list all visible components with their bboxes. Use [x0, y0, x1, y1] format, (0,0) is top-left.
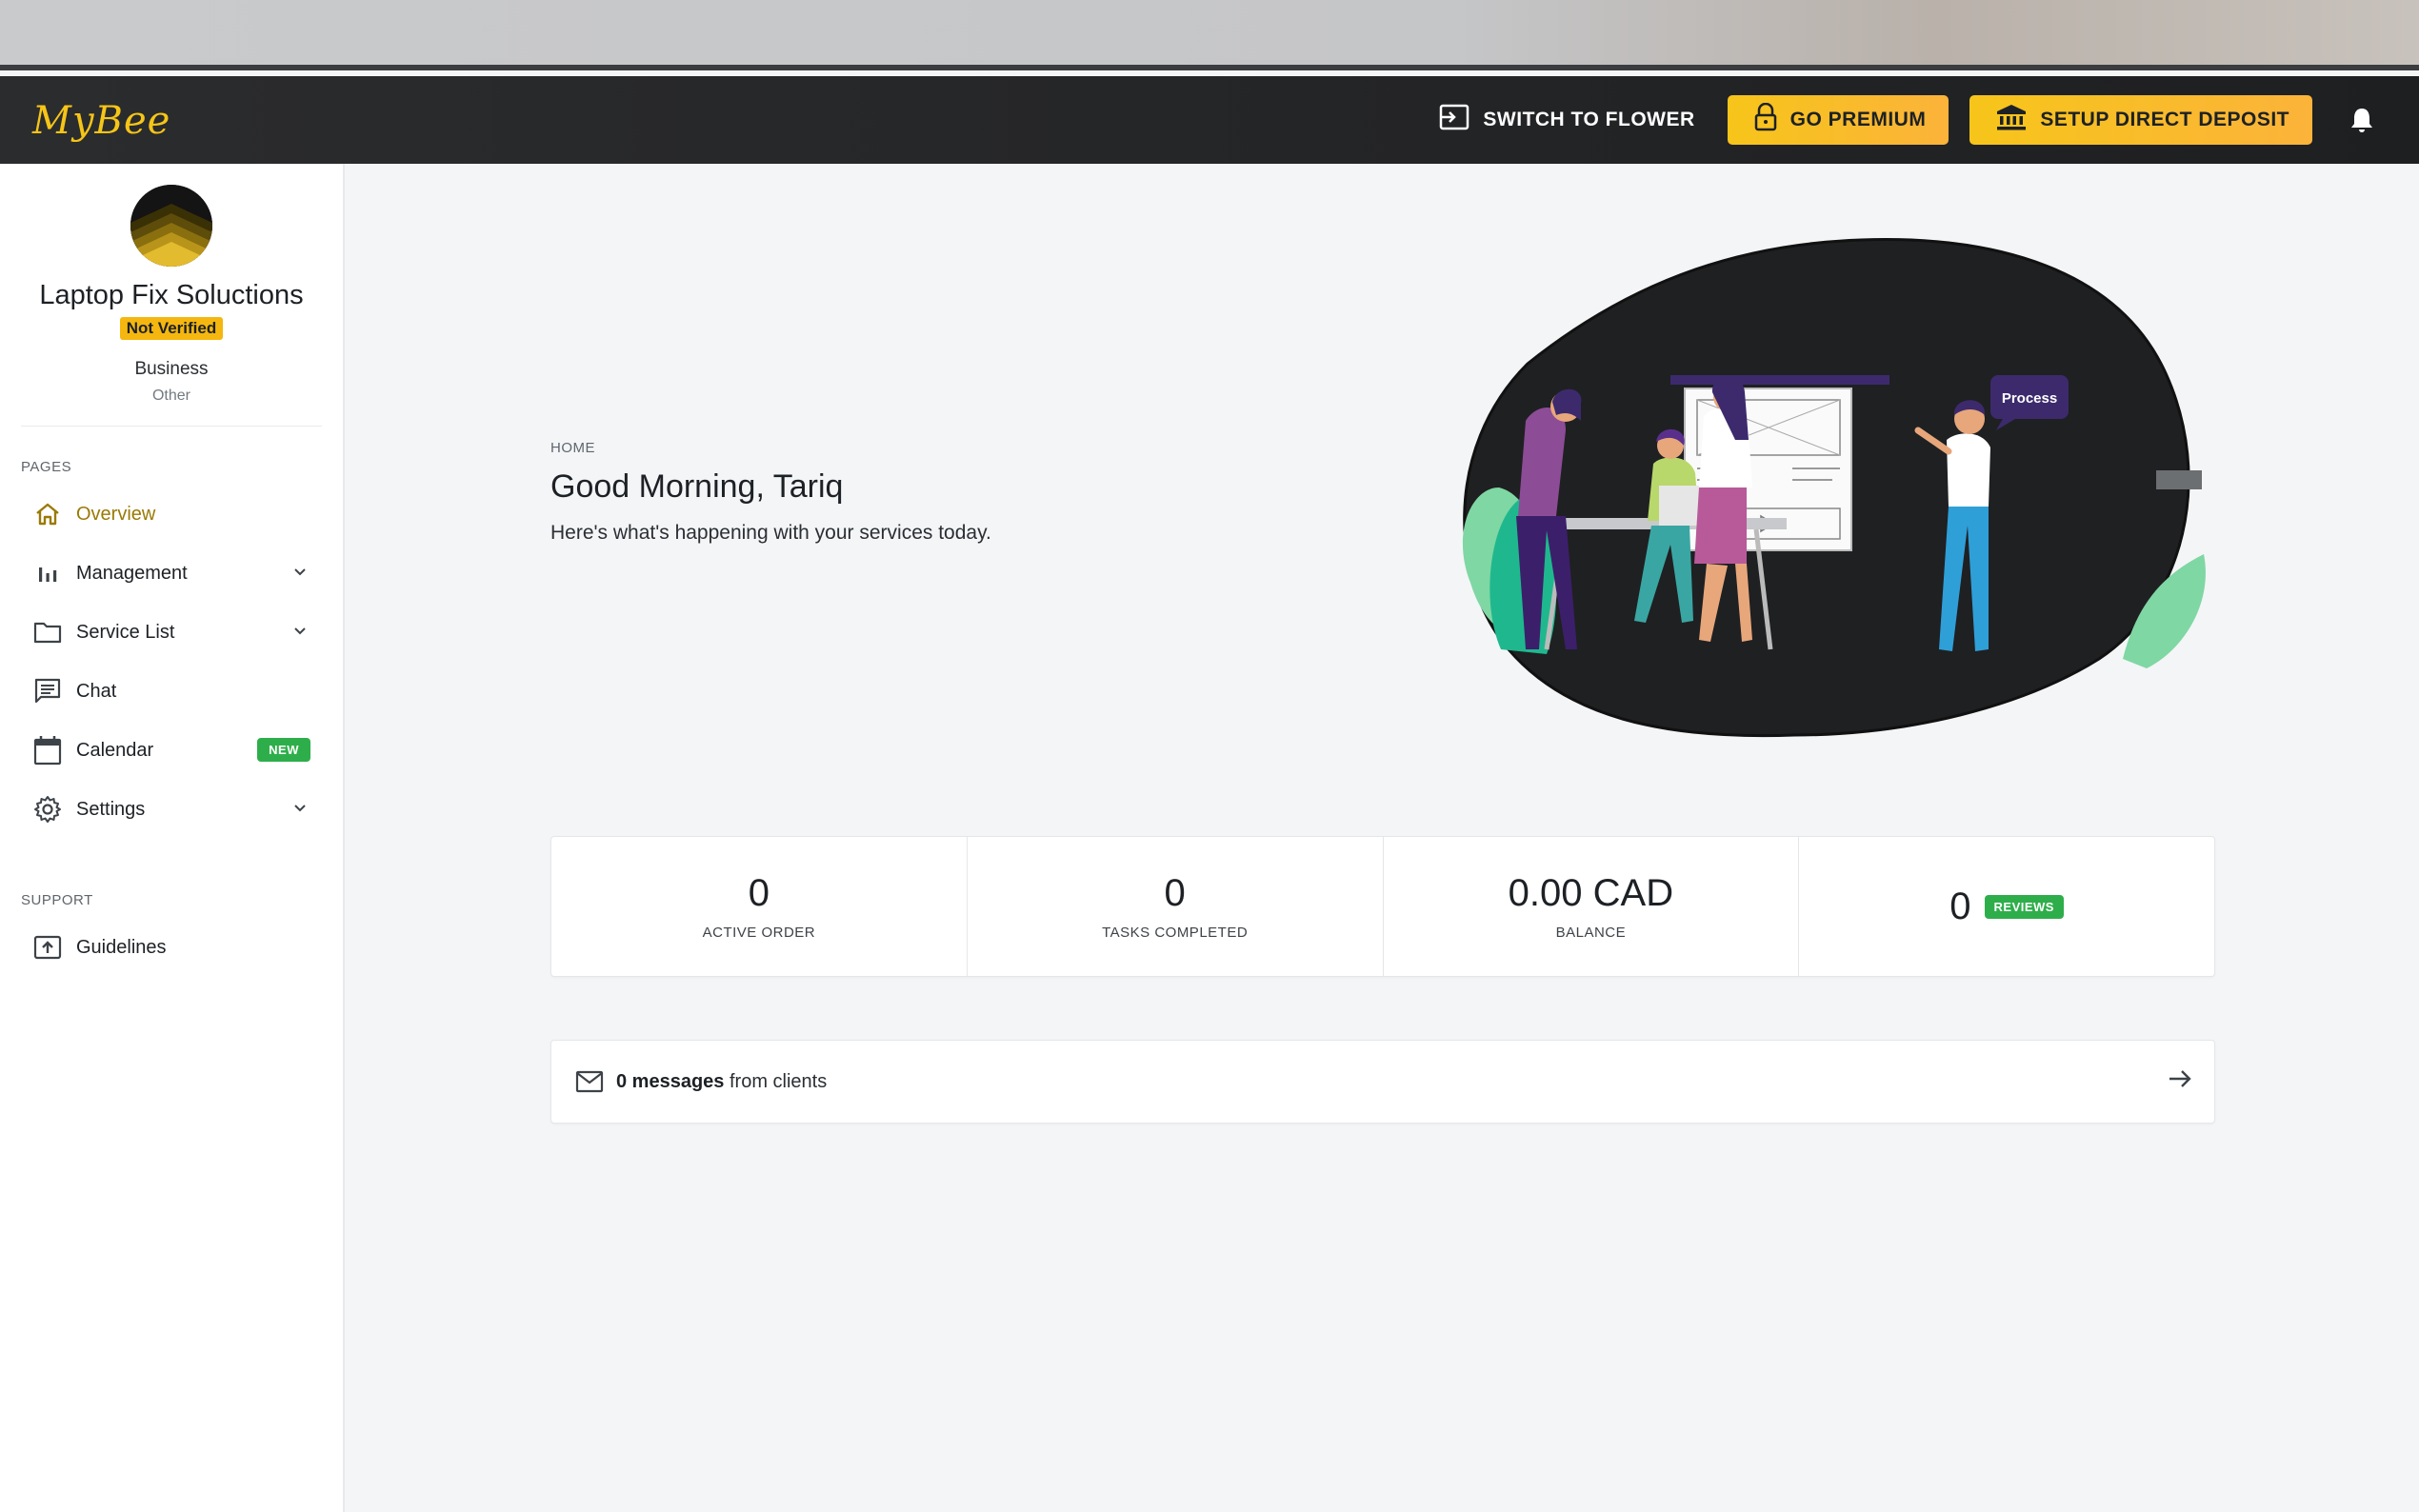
stats-panel: 0 ACTIVE ORDER 0 TASKS COMPLETED 0.00 CA… — [550, 836, 2215, 977]
top-navigation-bar: MyBee SWITCH TO FLOWER GO PREMIUM SETUP … — [0, 76, 2419, 164]
setup-direct-deposit-label: SETUP DIRECT DEPOSIT — [2040, 109, 2289, 130]
support-nav: Guidelines — [0, 918, 343, 977]
chevron-down-icon[interactable] — [293, 624, 307, 641]
guidelines-icon — [32, 932, 63, 963]
page-title: Good Morning, Tariq — [550, 468, 844, 505]
profile-card: Laptop Fix Soluctions Not Verified Busin… — [0, 164, 343, 405]
sidebar-item-management[interactable]: Management — [0, 544, 343, 603]
verification-badge: Not Verified — [119, 317, 224, 340]
stat-balance[interactable]: 0.00 CAD BALANCE — [1384, 837, 1800, 976]
process-bubble-text: Process — [2002, 390, 2057, 407]
sidebar-divider — [21, 426, 322, 427]
sidebar-item-guidelines[interactable]: Guidelines — [0, 918, 343, 977]
stat-value: 0 — [1949, 885, 1971, 927]
browser-chrome-strip — [0, 0, 2419, 70]
sidebar-item-calendar[interactable]: Calendar NEW — [0, 721, 343, 780]
sidebar: Laptop Fix Soluctions Not Verified Busin… — [0, 164, 345, 1512]
notifications-bell-icon[interactable] — [2343, 101, 2381, 139]
sidebar-item-service-list[interactable]: Service List — [0, 603, 343, 662]
stat-value: 0.00 CAD — [1508, 872, 1674, 914]
chevron-down-icon[interactable] — [293, 801, 307, 818]
support-section-label: SUPPORT — [21, 892, 93, 908]
app-logo[interactable]: MyBee — [32, 99, 170, 143]
new-badge: NEW — [257, 738, 310, 762]
reviews-badge: REVIEWS — [1984, 894, 2064, 919]
company-name: Laptop Fix Soluctions — [39, 280, 304, 310]
chat-icon — [32, 676, 63, 706]
mail-icon — [574, 1066, 605, 1097]
sidebar-item-label: Calendar — [76, 739, 154, 761]
pages-section-label: PAGES — [21, 459, 72, 475]
sidebar-item-label: Settings — [76, 798, 146, 820]
messages-count: 0 messages — [616, 1070, 725, 1092]
stat-active-order[interactable]: 0 ACTIVE ORDER — [551, 837, 968, 976]
go-premium-label: GO PREMIUM — [1789, 109, 1927, 130]
calendar-icon — [32, 735, 63, 766]
sidebar-item-label: Service List — [76, 621, 175, 643]
go-premium-button[interactable]: GO PREMIUM — [1727, 95, 1949, 145]
messages-suffix: from clients — [729, 1070, 828, 1092]
account-type: Business — [134, 359, 209, 379]
top-actions: SWITCH TO FLOWER GO PREMIUM SETUP DIRECT… — [1439, 76, 2419, 164]
sidebar-item-chat[interactable]: Chat — [0, 662, 343, 721]
gear-icon — [32, 794, 63, 825]
sidebar-item-label: Chat — [76, 680, 117, 702]
sidebar-item-settings[interactable]: Settings — [0, 780, 343, 839]
breadcrumb[interactable]: HOME — [550, 440, 595, 456]
stat-label: ACTIVE ORDER — [702, 925, 816, 941]
bar-chart-icon — [32, 558, 63, 588]
hero-illustration: Process — [1413, 202, 2232, 792]
business-avatar[interactable] — [130, 185, 212, 267]
stat-value: 0 — [748, 872, 770, 914]
lock-icon — [1754, 102, 1777, 137]
folder-icon — [32, 617, 63, 647]
client-messages-card[interactable]: 0 messages from clients — [550, 1040, 2215, 1124]
stat-reviews[interactable]: 0 REVIEWS — [1799, 837, 2214, 976]
home-icon — [32, 499, 63, 529]
sidebar-item-label: Overview — [76, 503, 156, 525]
switch-to-flower-label: SWITCH TO FLOWER — [1483, 109, 1695, 130]
stat-tasks-completed[interactable]: 0 TASKS COMPLETED — [968, 837, 1384, 976]
switch-icon — [1439, 104, 1469, 136]
arrow-right-icon[interactable] — [2167, 1065, 2193, 1097]
bank-icon — [1996, 104, 2027, 136]
sidebar-item-label: Guidelines — [76, 936, 167, 958]
switch-to-flower-button[interactable]: SWITCH TO FLOWER — [1439, 104, 1694, 136]
main-content: HOME Good Morning, Tariq Here's what's h… — [347, 164, 2419, 1512]
stat-label: TASKS COMPLETED — [1102, 925, 1249, 941]
stat-label: BALANCE — [1555, 925, 1627, 941]
stat-value: 0 — [1164, 872, 1186, 914]
page-subtitle: Here's what's happening with your servic… — [550, 522, 991, 544]
chevron-down-icon[interactable] — [293, 565, 307, 582]
sidebar-item-overview[interactable]: Overview — [0, 485, 343, 544]
account-subtype: Other — [151, 388, 190, 404]
pages-nav: Overview Management Service List Chat Ca… — [0, 485, 343, 839]
messages-summary: 0 messages from clients — [616, 1071, 827, 1093]
sidebar-item-label: Management — [76, 562, 188, 584]
setup-direct-deposit-button[interactable]: SETUP DIRECT DEPOSIT — [1969, 95, 2312, 145]
